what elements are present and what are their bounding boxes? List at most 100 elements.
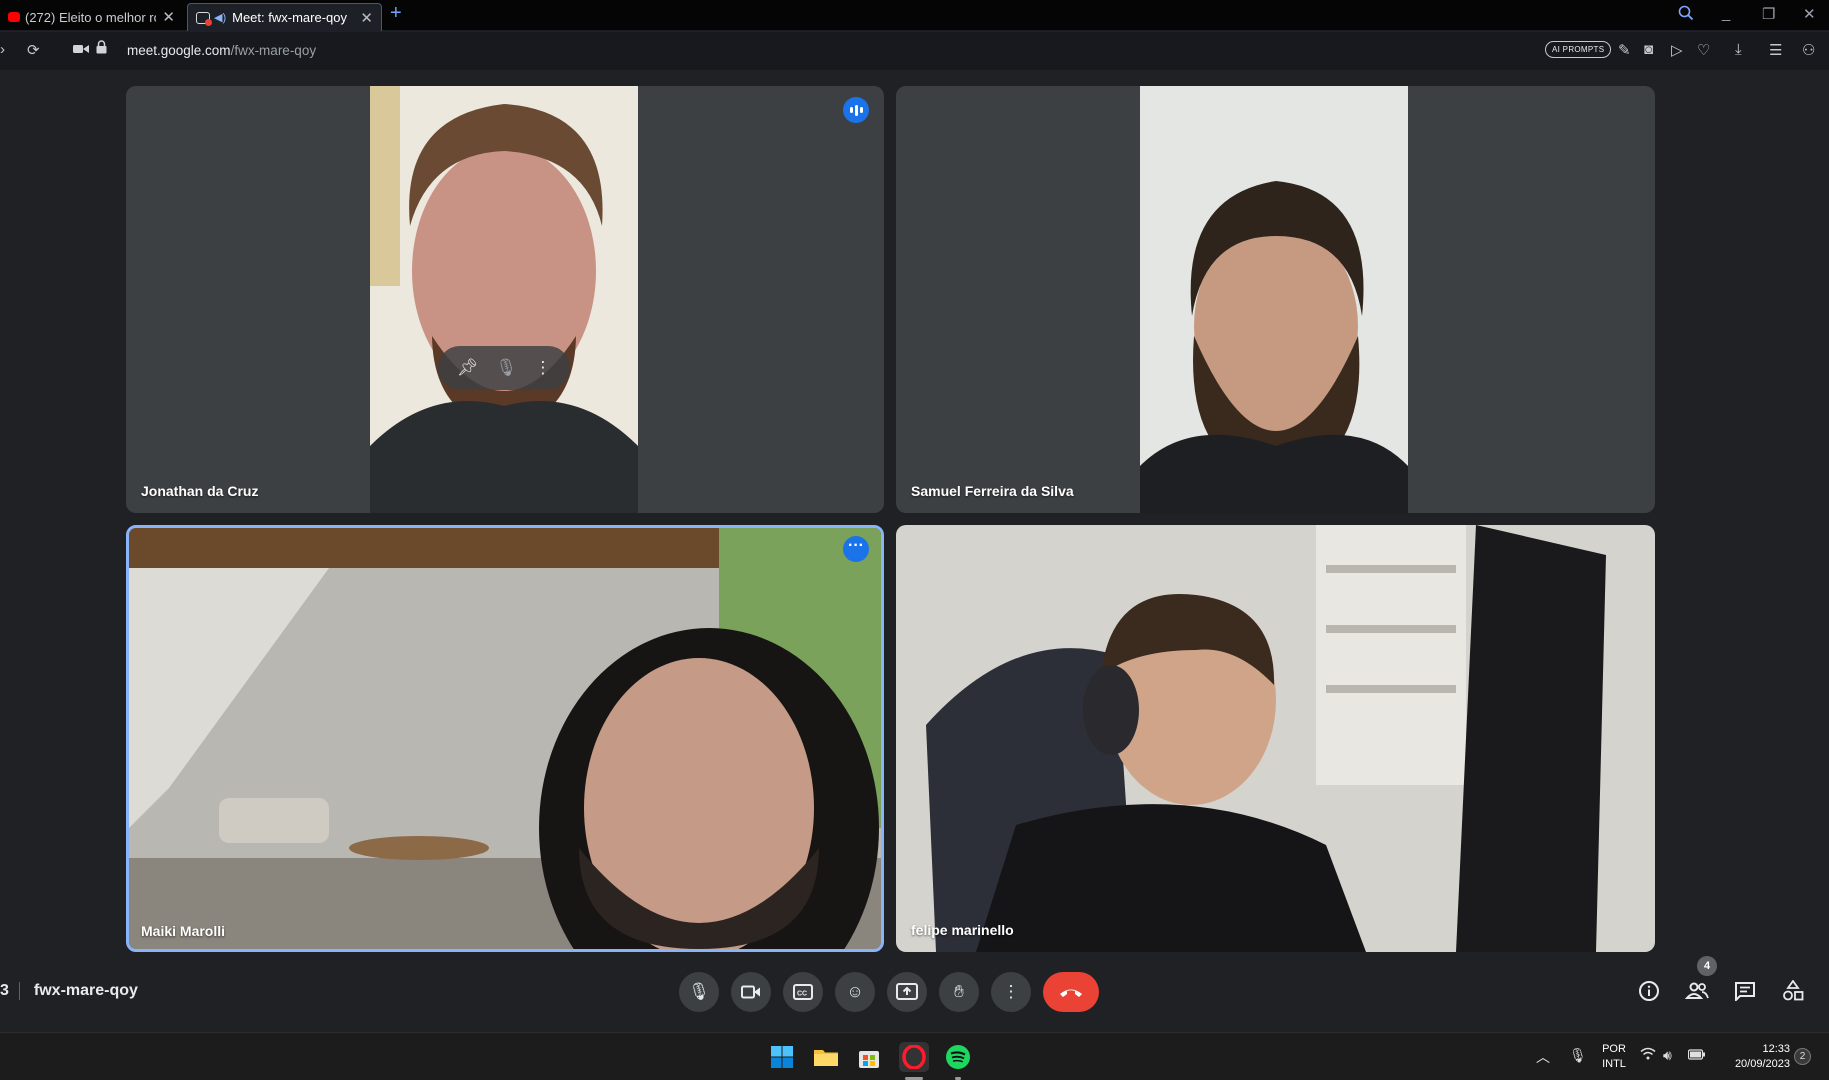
close-tab-icon[interactable]: ✕	[162, 8, 175, 26]
participant-video	[1140, 86, 1408, 513]
present-screen-button[interactable]	[887, 972, 927, 1012]
spotify-button[interactable]	[943, 1042, 973, 1072]
hang-up-icon	[1060, 989, 1082, 997]
file-explorer-button[interactable]	[811, 1042, 841, 1072]
more-options-icon[interactable]: ···	[843, 536, 869, 562]
raise-hand-button[interactable]: ✋︎	[939, 972, 979, 1012]
info-icon	[1639, 981, 1659, 1001]
new-tab-button[interactable]: +	[390, 2, 402, 25]
volume-icon[interactable]: 🔊︎	[1663, 1047, 1672, 1064]
snapshot-icon[interactable]: ◙	[1644, 41, 1653, 58]
people-button[interactable]	[1682, 976, 1712, 1006]
store-icon	[859, 1051, 879, 1068]
easy-setup-icon[interactable]: ☰	[1769, 41, 1782, 59]
participant-video	[370, 86, 638, 513]
notification-count-badge[interactable]: 2	[1794, 1048, 1811, 1065]
language-code: POR	[1602, 1043, 1626, 1055]
tile-hover-controls: 📌︎ 🎙︎ ⋮	[438, 346, 570, 390]
participant-tile[interactable]: Samuel Ferreira da Silva	[896, 86, 1655, 513]
keyboard-layout: INTL	[1602, 1058, 1626, 1070]
microsoft-store-button[interactable]	[854, 1042, 884, 1072]
speaker-icon[interactable]: ◀)	[214, 11, 226, 24]
edit-icon[interactable]: ✎	[1618, 41, 1631, 59]
profile-icon[interactable]: ⚇	[1802, 41, 1815, 59]
heart-icon[interactable]: ♡	[1697, 41, 1710, 59]
svg-text:CC: CC	[797, 991, 807, 998]
reactions-button[interactable]: ☺	[835, 972, 875, 1012]
participant-tile[interactable]: Jonathan da Cruz	[126, 86, 884, 513]
wifi-icon[interactable]	[1640, 1047, 1656, 1063]
activities-button[interactable]	[1778, 976, 1808, 1006]
hand-icon: ✋︎	[954, 982, 964, 1001]
minimize-icon[interactable]: _	[1722, 5, 1730, 22]
ai-prompts-button[interactable]: AI PROMPTS	[1545, 41, 1612, 58]
close-tab-icon[interactable]: ✕	[360, 9, 373, 27]
pin-icon[interactable]: 📌︎	[457, 358, 479, 378]
meeting-time-fragment: 3	[0, 982, 9, 1000]
participant-name: Jonathan da Cruz	[141, 483, 259, 499]
meet-tab-icon	[196, 11, 212, 26]
clock[interactable]: 12:33 20/09/2023	[1718, 1042, 1790, 1072]
emoji-icon: ☺	[846, 982, 864, 1001]
tab-meet[interactable]: ◀) Meet: fwx-mare-qoy ✕	[187, 3, 382, 31]
start-button[interactable]	[767, 1042, 797, 1072]
participant-name: felipe marinello	[911, 922, 1014, 938]
camera-indicator-icon[interactable]	[73, 42, 89, 59]
more-vert-icon: ⋮	[1002, 982, 1020, 1001]
lock-icon[interactable]	[96, 40, 107, 58]
participant-count-badge: 4	[1697, 956, 1717, 976]
participant-name: Samuel Ferreira da Silva	[911, 483, 1074, 499]
microphone-button[interactable]: 🎙︎	[679, 972, 719, 1012]
download-icon[interactable]: ⤓	[1735, 41, 1742, 58]
spotify-icon	[946, 1045, 970, 1069]
browser-tab-strip: (272) Eleito o melhor rodízi ✕ ◀) Meet: …	[0, 0, 1829, 31]
url-field[interactable]: meet.google.com/fwx-mare-qoy	[127, 43, 316, 58]
meeting-info: 3 fwx-mare-qoy	[0, 982, 138, 1000]
url-domain: meet.google.com	[127, 43, 231, 58]
captions-button[interactable]: CC	[783, 972, 823, 1012]
meeting-details-button[interactable]	[1634, 976, 1664, 1006]
language-indicator[interactable]: POR INTL	[1599, 1042, 1629, 1072]
search-tabs-icon[interactable]	[1678, 5, 1694, 25]
participant-video	[896, 525, 1655, 952]
meeting-code: fwx-mare-qoy	[33, 982, 138, 1000]
meet-stage: Jonathan da Cruz 📌︎ 🎙︎ ⋮ Samuel Ferreira…	[0, 70, 1829, 1032]
divider	[18, 982, 20, 1000]
chat-icon	[1735, 982, 1755, 1001]
send-icon[interactable]: ▷	[1671, 41, 1683, 59]
microphone-icon: 🎙︎	[688, 982, 710, 1001]
speaking-indicator-icon	[843, 97, 869, 123]
meeting-control-bar: 3 fwx-mare-qoy 🎙︎ CC ☺ ✋︎ ⋮ 4	[0, 956, 1829, 1032]
opera-button[interactable]	[899, 1042, 929, 1072]
tab-title: Meet: fwx-mare-qoy	[232, 10, 347, 25]
more-options-button[interactable]: ⋮	[991, 972, 1031, 1012]
leave-call-button[interactable]	[1043, 972, 1099, 1012]
folder-icon	[814, 1050, 838, 1066]
participant-tile[interactable]: felipe marinello	[896, 525, 1655, 952]
opera-icon	[902, 1045, 926, 1069]
windows-taskbar: ︿ 🎙︎ POR INTL 🔊︎ 12:33 20/09/2023 2	[0, 1032, 1829, 1080]
participant-tile-highlighted[interactable]: ··· Maiki Marolli	[126, 525, 884, 952]
camera-button[interactable]	[731, 972, 771, 1012]
more-options-icon[interactable]: ⋮	[534, 358, 551, 378]
close-window-icon[interactable]: ✕	[1803, 5, 1816, 23]
mute-participant-icon[interactable]: 🎙︎	[495, 358, 517, 378]
tab-title: (272) Eleito o melhor rodízi	[25, 9, 156, 25]
tab-youtube[interactable]: (272) Eleito o melhor rodízi ✕	[0, 3, 183, 31]
camera-icon	[741, 985, 760, 999]
people-icon	[1685, 982, 1709, 999]
battery-icon[interactable]	[1687, 1047, 1706, 1063]
activities-icon	[1783, 980, 1804, 1001]
youtube-icon	[8, 12, 20, 22]
restore-icon[interactable]: ❐	[1762, 5, 1775, 23]
present-icon	[896, 983, 918, 1000]
participant-video	[129, 528, 881, 949]
windows-icon	[771, 1046, 793, 1068]
microphone-tray-icon[interactable]: 🎙︎	[1569, 1047, 1587, 1064]
clock-time: 12:33	[1762, 1043, 1790, 1055]
chat-button[interactable]	[1730, 976, 1760, 1006]
reload-icon[interactable]: ⟳	[27, 41, 40, 59]
chevron-up-icon[interactable]: ︿	[1536, 1047, 1550, 1067]
clock-date: 20/09/2023	[1734, 1058, 1790, 1070]
forward-icon[interactable]: ›	[0, 41, 5, 58]
